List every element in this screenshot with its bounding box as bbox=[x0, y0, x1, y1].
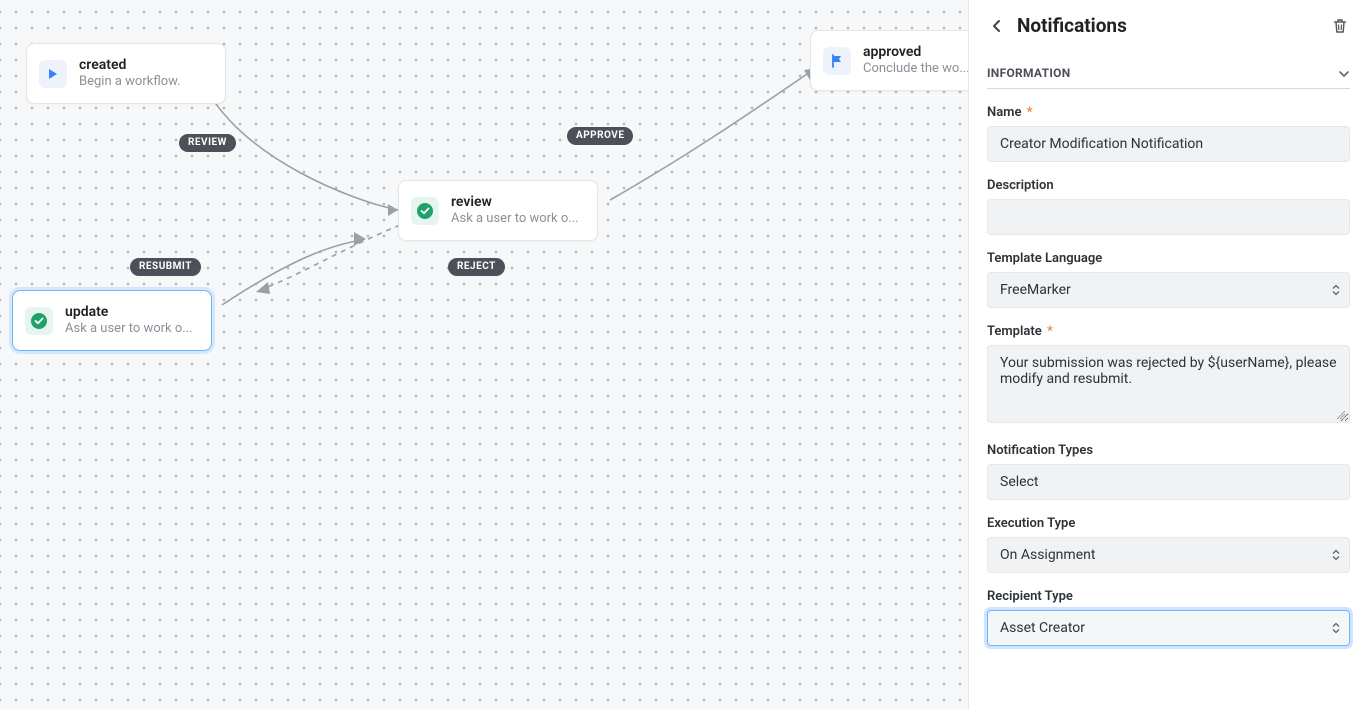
arrow-update-review bbox=[354, 232, 366, 246]
flag-icon bbox=[823, 47, 851, 75]
node-title: created bbox=[79, 56, 181, 74]
field-execution-type: Execution Type On Assignment bbox=[987, 516, 1350, 573]
node-review[interactable]: review Ask a user to work o... bbox=[398, 180, 598, 241]
execution-type-select[interactable]: On Assignment bbox=[987, 537, 1350, 573]
node-approved[interactable]: approved Conclude the wo... bbox=[810, 30, 968, 91]
arrow-created-review bbox=[388, 204, 398, 216]
notification-types-select[interactable]: Select bbox=[987, 464, 1350, 500]
template-label: Template * bbox=[987, 324, 1350, 339]
node-title: review bbox=[451, 193, 579, 211]
back-icon[interactable] bbox=[987, 16, 1007, 36]
field-template-language: Template Language FreeMarker bbox=[987, 251, 1350, 308]
check-circle-icon bbox=[411, 197, 439, 225]
field-name: Name * bbox=[987, 105, 1350, 162]
edge-label-reject[interactable]: REJECT bbox=[448, 258, 505, 276]
field-template: Template * bbox=[987, 324, 1350, 427]
description-input[interactable] bbox=[987, 199, 1350, 235]
play-icon bbox=[39, 60, 67, 88]
right-panel: Notifications INFORMATION Name * Descrip… bbox=[968, 0, 1368, 710]
template-language-label: Template Language bbox=[987, 251, 1350, 266]
edge-review-approved bbox=[610, 72, 810, 200]
node-created[interactable]: created Begin a workflow. bbox=[26, 43, 226, 104]
chevron-down-icon bbox=[1338, 63, 1350, 82]
section-title: INFORMATION bbox=[987, 66, 1338, 80]
trash-icon[interactable] bbox=[1330, 16, 1350, 36]
template-language-select[interactable]: FreeMarker bbox=[987, 272, 1350, 308]
node-title: update bbox=[65, 303, 193, 321]
recipient-type-label: Recipient Type bbox=[987, 589, 1350, 604]
arrow-review-update bbox=[256, 282, 270, 294]
field-recipient-type: Recipient Type Asset Creator bbox=[987, 589, 1350, 646]
section-information: INFORMATION Name * Description Template … bbox=[969, 51, 1368, 664]
section-header-information[interactable]: INFORMATION bbox=[987, 55, 1350, 89]
node-subtitle: Conclude the wo... bbox=[863, 61, 968, 78]
node-title: approved bbox=[863, 43, 968, 61]
panel-header: Notifications bbox=[969, 0, 1368, 51]
edges-layer bbox=[0, 0, 968, 710]
node-subtitle: Begin a workflow. bbox=[79, 74, 181, 91]
node-subtitle: Ask a user to work o... bbox=[65, 321, 193, 338]
edge-label-review[interactable]: REVIEW bbox=[179, 134, 236, 152]
edge-update-review bbox=[222, 240, 362, 305]
recipient-type-select[interactable]: Asset Creator bbox=[987, 610, 1350, 646]
panel-title: Notifications bbox=[1017, 14, 1320, 37]
workflow-canvas[interactable]: created Begin a workflow. review Ask a u… bbox=[0, 0, 968, 710]
execution-type-label: Execution Type bbox=[987, 516, 1350, 531]
notification-types-label: Notification Types bbox=[987, 443, 1350, 458]
template-textarea[interactable] bbox=[987, 345, 1350, 423]
edge-label-resubmit[interactable]: RESUBMIT bbox=[130, 258, 201, 276]
check-circle-icon bbox=[25, 307, 53, 335]
edge-label-approve[interactable]: APPROVE bbox=[567, 127, 633, 145]
field-notification-types: Notification Types Select bbox=[987, 443, 1350, 500]
node-update[interactable]: update Ask a user to work o... bbox=[12, 290, 212, 351]
edge-created-review bbox=[210, 95, 398, 210]
field-description: Description bbox=[987, 178, 1350, 235]
node-subtitle: Ask a user to work o... bbox=[451, 211, 579, 228]
name-input[interactable] bbox=[987, 126, 1350, 162]
edge-review-update bbox=[260, 225, 400, 290]
description-label: Description bbox=[987, 178, 1350, 193]
name-label: Name * bbox=[987, 105, 1350, 120]
